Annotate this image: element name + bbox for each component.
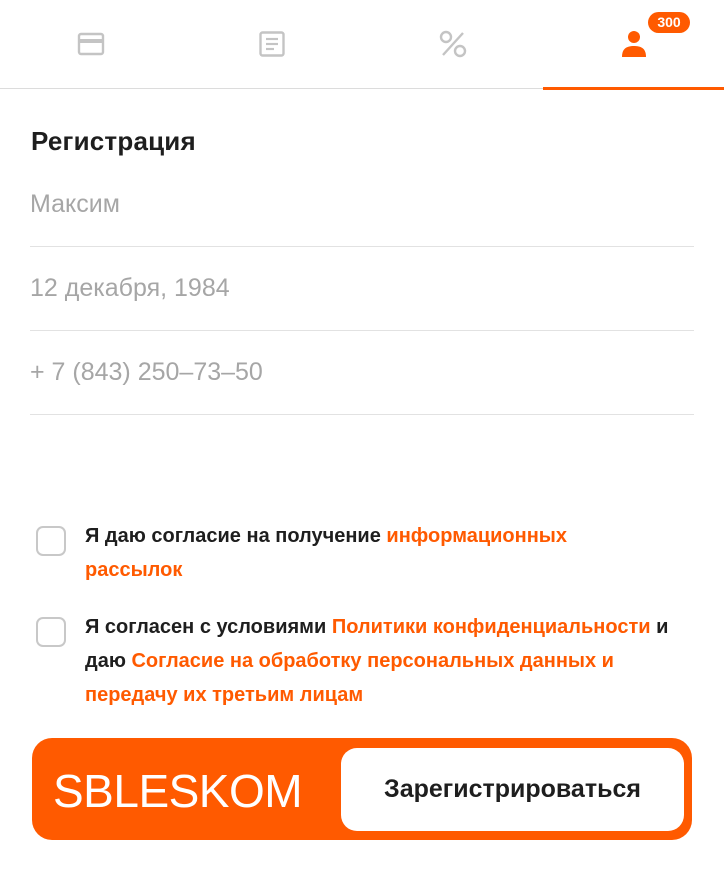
register-button[interactable]: Зарегистрироваться: [341, 748, 684, 831]
mailing-consent-label: Я даю согласие на получение: [85, 525, 387, 547]
page-title: Регистрация: [31, 126, 196, 156]
mailing-consent-text: Я даю согласие на получение информационн…: [85, 519, 645, 587]
privacy-consent-label: Я согласен с условиями: [85, 616, 332, 638]
registration-banner: SBLESKOM Зарегистрироваться: [32, 738, 692, 840]
tab-card[interactable]: [0, 0, 181, 88]
tab-discounts[interactable]: [362, 0, 543, 88]
registration-screen: 300 Регистрация Я даю согласие на получе…: [0, 0, 724, 872]
mailing-consent: Я даю согласие на получение информационн…: [36, 525, 676, 587]
user-icon: [621, 31, 646, 57]
brand-logo: SBLESKOM: [53, 765, 303, 817]
card-icon: [77, 32, 104, 56]
tab-bar: 300: [0, 0, 724, 90]
privacy-policy-link[interactable]: Политики конфиденциальности: [332, 616, 651, 638]
personal-data-consent-link[interactable]: Согласие на обработку персональных данны…: [85, 650, 614, 706]
name-input[interactable]: [30, 162, 694, 246]
name-field: [30, 162, 694, 247]
tab-profile[interactable]: [543, 0, 724, 90]
mailing-consent-checkbox[interactable]: [36, 526, 66, 556]
privacy-consent: Я согласен с условиями Политики конфиден…: [36, 616, 676, 712]
bonus-badge: 300: [648, 12, 690, 33]
privacy-consent-text: Я согласен с условиями Политики конфиден…: [85, 610, 675, 712]
document-icon: [258, 31, 285, 57]
privacy-consent-checkbox[interactable]: [36, 617, 66, 647]
birthdate-field: [30, 246, 694, 331]
percent-icon: [439, 30, 466, 58]
phone-input[interactable]: [30, 330, 694, 414]
phone-field: [30, 330, 694, 415]
birthdate-input[interactable]: [30, 246, 694, 330]
tab-documents[interactable]: [181, 0, 362, 88]
